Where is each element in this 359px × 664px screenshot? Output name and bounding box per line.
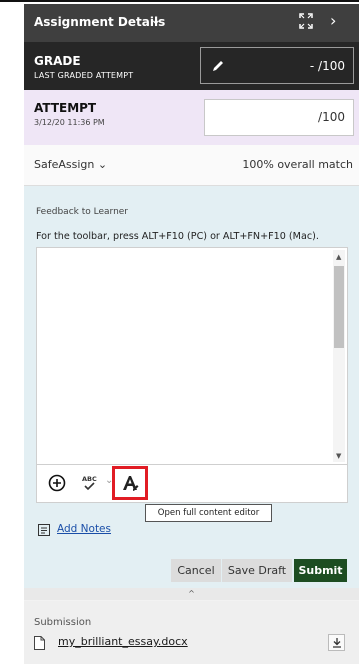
- grade-label: GRADE: [34, 54, 81, 68]
- download-button[interactable]: [328, 634, 345, 651]
- submission-section: Submission my_brilliant_essay.docx: [24, 601, 359, 664]
- submission-label: Submission: [34, 617, 92, 628]
- scrollbar-thumb[interactable]: [334, 266, 344, 348]
- full-editor-icon: [123, 476, 139, 491]
- attempt-value: /100: [318, 110, 345, 124]
- attempt-section: ATTEMPT 3/12/20 11:36 PM /100: [24, 90, 359, 145]
- attempt-grade-input[interactable]: /100: [204, 99, 354, 136]
- feedback-section: Feedback to Learner For the toolbar, pre…: [24, 186, 359, 588]
- notes-icon[interactable]: [38, 524, 50, 536]
- expand-icon[interactable]: [299, 13, 313, 29]
- save-draft-button[interactable]: Save Draft: [222, 559, 292, 582]
- chevron-down-icon[interactable]: ⌄: [150, 12, 162, 28]
- safeassign-match: 100% overall match: [242, 158, 353, 171]
- panel-header: Assignment Details ⌄ ›: [24, 4, 359, 42]
- file-icon: [34, 636, 45, 650]
- grade-value: - /100: [309, 59, 345, 73]
- collapse-toggle[interactable]: ^: [24, 588, 359, 600]
- spellcheck-icon[interactable]: ABC: [81, 473, 99, 493]
- cancel-button[interactable]: Cancel: [171, 559, 221, 582]
- assignment-details-panel: Assignment Details ⌄ › GRADE LAST GRADED…: [24, 4, 359, 664]
- editor-toolbar: ABC ⌄: [36, 465, 348, 503]
- full-editor-tooltip: Open full content editor: [145, 504, 272, 522]
- grade-section: GRADE LAST GRADED ATTEMPT - /100: [24, 42, 359, 90]
- submit-button[interactable]: Submit: [294, 559, 347, 582]
- grade-input[interactable]: - /100: [200, 47, 354, 84]
- chevron-right-icon[interactable]: ›: [330, 11, 336, 30]
- feedback-editor[interactable]: ▲ ▼: [36, 247, 348, 465]
- download-icon: [333, 638, 341, 648]
- panel-title[interactable]: Assignment Details: [34, 15, 165, 29]
- editor-scrollbar[interactable]: ▲ ▼: [333, 250, 345, 462]
- feedback-label: Feedback to Learner: [36, 207, 129, 217]
- attempt-label: ATTEMPT: [34, 101, 97, 115]
- full-editor-button[interactable]: [112, 466, 148, 500]
- svg-text:ABC: ABC: [82, 475, 97, 483]
- toolbar-hint: For the toolbar, press ALT+F10 (PC) or A…: [36, 231, 319, 242]
- top-border: [0, 0, 359, 2]
- attempt-date: 3/12/20 11:36 PM: [34, 118, 105, 127]
- submission-file-link[interactable]: my_brilliant_essay.docx: [58, 635, 188, 648]
- scroll-up-icon[interactable]: ▲: [336, 253, 341, 261]
- add-notes-link[interactable]: Add Notes: [57, 523, 111, 535]
- safeassign-row: SafeAssign ⌄ 100% overall match: [24, 145, 359, 186]
- scroll-down-icon[interactable]: ▼: [336, 452, 341, 460]
- safeassign-toggle[interactable]: SafeAssign ⌄: [34, 158, 107, 171]
- pencil-icon[interactable]: [211, 59, 225, 73]
- grade-sublabel: LAST GRADED ATTEMPT: [34, 71, 134, 80]
- plus-circle-icon[interactable]: [48, 474, 66, 492]
